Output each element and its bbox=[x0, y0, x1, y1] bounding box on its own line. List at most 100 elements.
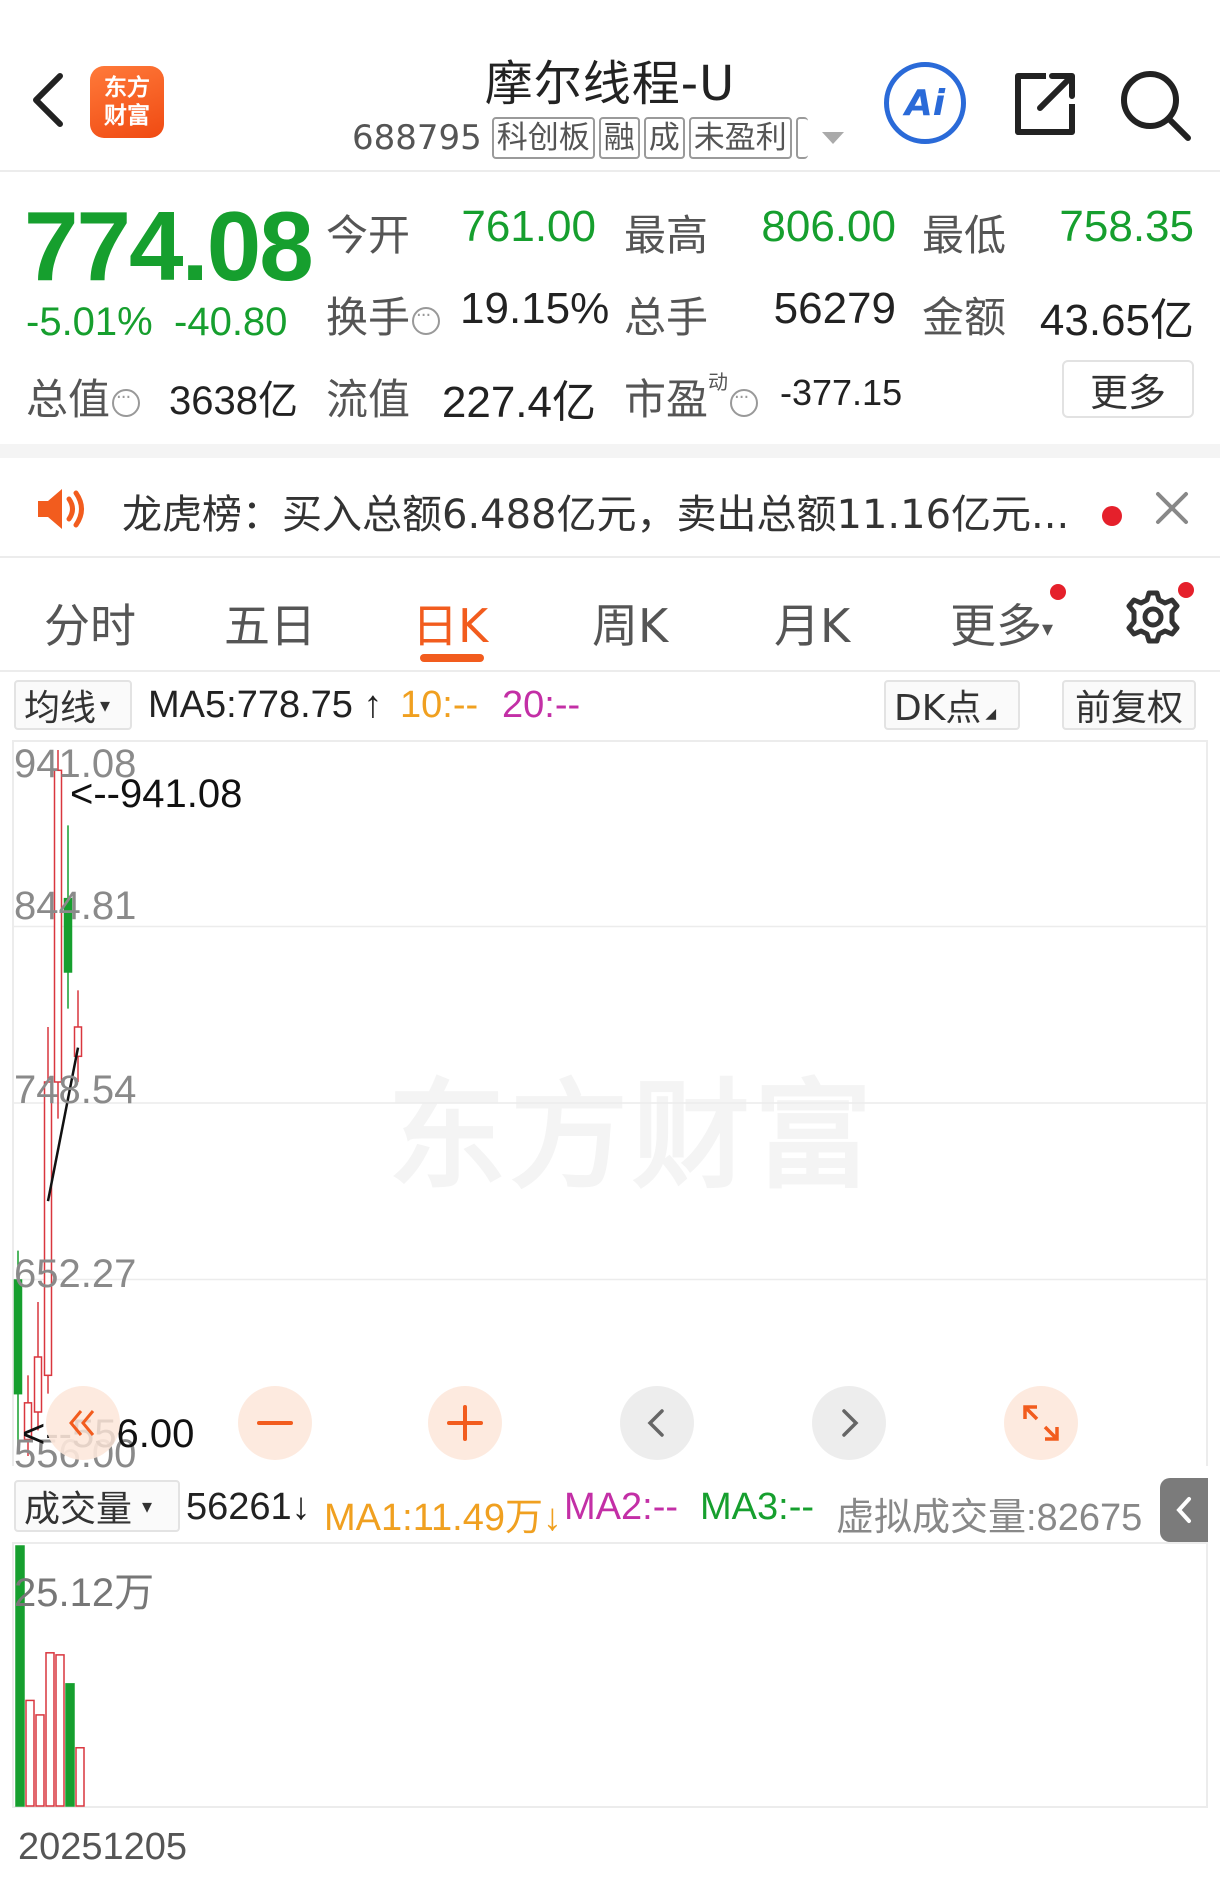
app-logo[interactable]: 东方 财富 bbox=[90, 66, 164, 138]
chart-settings-button[interactable] bbox=[1122, 586, 1184, 648]
mktcap-value: 3638亿 bbox=[169, 379, 298, 423]
volume-bar bbox=[25, 1699, 35, 1807]
turnover-label: 换手 bbox=[326, 284, 441, 345]
search-icon bbox=[1121, 71, 1191, 141]
amount-label: 金额 bbox=[922, 293, 1007, 342]
dropdown-caret-icon: ▾ bbox=[100, 693, 111, 717]
ma5-readout: MA5:778.75 ↑ bbox=[148, 684, 383, 726]
dragon-tiger-notice[interactable]: 龙虎榜：买入总额6.488亿元，卖出总额11.16亿元... bbox=[0, 444, 1220, 558]
volume-type-select[interactable]: 成交量 ▾ bbox=[14, 1480, 180, 1532]
tab-more-caret-icon: ▾ bbox=[1042, 617, 1054, 642]
unread-dot bbox=[1102, 506, 1122, 526]
ma10-readout: 10:-- bbox=[400, 684, 479, 726]
mktcap-label: 总值 bbox=[26, 366, 141, 427]
tag-truncated bbox=[795, 117, 808, 159]
virtual-volume-readout: 虚拟成交量:82675 bbox=[836, 1497, 1143, 1539]
turnover-info-icon[interactable] bbox=[412, 305, 441, 335]
volume-bar bbox=[35, 1714, 45, 1807]
mktcap-info-icon[interactable] bbox=[112, 387, 141, 417]
x-date-label: 20251205 bbox=[18, 1826, 188, 1868]
pe-info-icon[interactable] bbox=[730, 387, 759, 417]
double-chevron-left-icon bbox=[69, 1410, 95, 1436]
candle bbox=[53, 750, 63, 1119]
y-tick-2: 844.81 bbox=[14, 884, 137, 928]
scroll-left-button[interactable] bbox=[620, 1386, 694, 1460]
open-label: 今开 bbox=[326, 211, 411, 260]
zoom-in-button[interactable] bbox=[428, 1386, 502, 1460]
kline-svg bbox=[12, 750, 1208, 1456]
scroll-to-start-button[interactable] bbox=[46, 1386, 120, 1460]
open-value: 761.00 bbox=[461, 202, 596, 251]
plus-icon bbox=[447, 1405, 483, 1441]
amount-value: 43.65亿 bbox=[1039, 296, 1194, 345]
arrow-down-icon: ↓ bbox=[291, 1486, 311, 1528]
arrow-down-icon: ↓ bbox=[542, 1497, 562, 1539]
change-amount: -40.80 bbox=[174, 300, 288, 344]
back-button[interactable] bbox=[22, 68, 74, 132]
arrow-up-icon: ↑ bbox=[352, 684, 383, 726]
search-button[interactable] bbox=[1116, 66, 1194, 144]
dropdown-caret-icon: ▾ bbox=[142, 1494, 153, 1518]
float-cap-label: 流值 bbox=[326, 375, 411, 424]
tab-daily-k[interactable]: 日K bbox=[412, 590, 488, 656]
tab-five-day[interactable]: 五日 bbox=[224, 590, 316, 656]
volume-max-label: 25.12万 bbox=[14, 1571, 155, 1615]
close-icon[interactable] bbox=[1150, 486, 1194, 530]
chevron-left-icon bbox=[33, 73, 63, 127]
tags-expand-icon[interactable] bbox=[821, 132, 844, 144]
stock-name: 摩尔线程-U bbox=[484, 56, 736, 112]
ma-indicator-bar: 均线 ▾ MA5:778.75 ↑ 10:-- 20:-- DK点 ◢ 前复权 bbox=[0, 676, 1220, 738]
volume-bar bbox=[65, 1683, 75, 1807]
tab-intraday[interactable]: 分时 bbox=[44, 590, 136, 656]
volume-readout: 56261↓ bbox=[186, 1486, 311, 1528]
zoom-out-button[interactable] bbox=[238, 1386, 312, 1460]
float-cap-value: 227.4亿 bbox=[441, 378, 596, 427]
scroll-right-button[interactable] bbox=[812, 1386, 886, 1460]
active-tab-indicator bbox=[420, 654, 484, 662]
max-price-marker: <--941.08 bbox=[70, 772, 243, 816]
share-button[interactable] bbox=[1006, 66, 1082, 142]
top-header: 东方 财富 摩尔线程-U 688795 科创板 融 成 未盈利 Ai bbox=[0, 0, 1220, 172]
chevron-left-icon bbox=[1176, 1497, 1191, 1523]
corner-triangle-icon: ◢ bbox=[985, 706, 997, 722]
stock-tags[interactable]: 688795 科创板 融 成 未盈利 bbox=[352, 114, 844, 162]
stock-code: 688795 bbox=[352, 118, 482, 158]
turnover-value: 19.15% bbox=[460, 284, 610, 333]
minus-icon bbox=[257, 1421, 293, 1425]
volume-bar bbox=[75, 1747, 85, 1807]
high-label: 最高 bbox=[624, 211, 709, 260]
volume-label: 总手 bbox=[624, 293, 709, 342]
chevron-right-icon bbox=[842, 1409, 859, 1437]
share-icon bbox=[1015, 73, 1075, 135]
vol-ma2-readout: MA2:-- bbox=[564, 1486, 678, 1528]
collapse-panel-button[interactable] bbox=[1160, 1478, 1208, 1542]
volume-svg bbox=[15, 1545, 85, 1807]
dk-point-toggle[interactable]: DK点 ◢ bbox=[884, 680, 1020, 730]
adjust-mode-select[interactable]: 前复权 bbox=[1062, 680, 1196, 730]
notice-text: 龙虎榜：买入总额6.488亿元，卖出总额11.16亿元... bbox=[122, 492, 1070, 538]
tag-unprofitable: 未盈利 bbox=[688, 117, 792, 159]
volume-bar bbox=[55, 1654, 65, 1807]
current-price: 774.08 bbox=[24, 191, 314, 301]
ma-type-select[interactable]: 均线 ▾ bbox=[14, 680, 132, 730]
tab-monthly-k[interactable]: 月K bbox=[774, 590, 850, 656]
tag-star-market: 科创板 bbox=[491, 117, 595, 159]
volume-value: 56279 bbox=[773, 284, 896, 333]
gear-icon bbox=[1126, 590, 1180, 644]
y-tick-3: 748.54 bbox=[14, 1068, 137, 1112]
fullscreen-button[interactable] bbox=[1004, 1386, 1078, 1460]
y-tick-4: 652.27 bbox=[14, 1252, 137, 1296]
quote-more-button[interactable]: 更多 bbox=[1062, 360, 1194, 418]
tab-more[interactable]: 更多▾ bbox=[950, 590, 1053, 656]
chevron-left-icon bbox=[647, 1409, 664, 1437]
tab-weekly-k[interactable]: 周K bbox=[592, 590, 668, 656]
chart-period-tabs: 分时 五日 日K 周K 月K 更多▾ bbox=[0, 572, 1220, 672]
vol-ma1-readout: MA1:11.49万↓ bbox=[324, 1497, 562, 1539]
ai-assistant-button[interactable]: Ai bbox=[884, 62, 966, 144]
vol-ma3-readout: MA3:-- bbox=[700, 1486, 814, 1528]
high-value: 806.00 bbox=[761, 202, 896, 251]
pe-label: 市盈动 bbox=[624, 366, 759, 427]
low-label: 最低 bbox=[922, 211, 1007, 260]
tag-component: 成 bbox=[643, 117, 685, 159]
ma20-readout: 20:-- bbox=[502, 684, 581, 726]
